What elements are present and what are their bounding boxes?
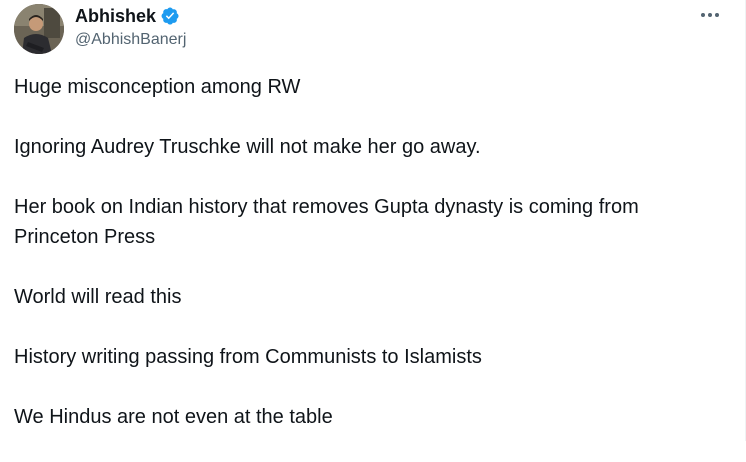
tweet-paragraph: Ignoring Audrey Truschke will not make h… xyxy=(14,136,481,158)
author-display-name[interactable]: Abhishek xyxy=(75,5,156,27)
tweet-text: Huge misconception among RW Ignoring Aud… xyxy=(14,72,714,462)
author-handle[interactable]: @AbhishBanerj xyxy=(75,30,186,50)
author-name-row[interactable]: Abhishek xyxy=(75,5,180,27)
tweet-paragraph: We Hindus are not even at the table xyxy=(14,406,333,428)
avatar-photo xyxy=(14,4,64,54)
tweet-paragraph: Huge misconception among RW xyxy=(14,76,301,98)
tweet-paragraph: History writing passing from Communists … xyxy=(14,346,482,368)
tweet-paragraph: Her book on Indian history that removes … xyxy=(14,196,645,248)
tweet-card: Abhishek @AbhishBanerj Huge misconceptio… xyxy=(0,0,746,441)
more-options-button[interactable] xyxy=(693,4,727,26)
author-avatar[interactable] xyxy=(14,4,64,54)
verified-badge-icon xyxy=(160,6,180,26)
more-options-icon xyxy=(701,13,719,17)
tweet-paragraph: World will read this xyxy=(14,286,182,308)
